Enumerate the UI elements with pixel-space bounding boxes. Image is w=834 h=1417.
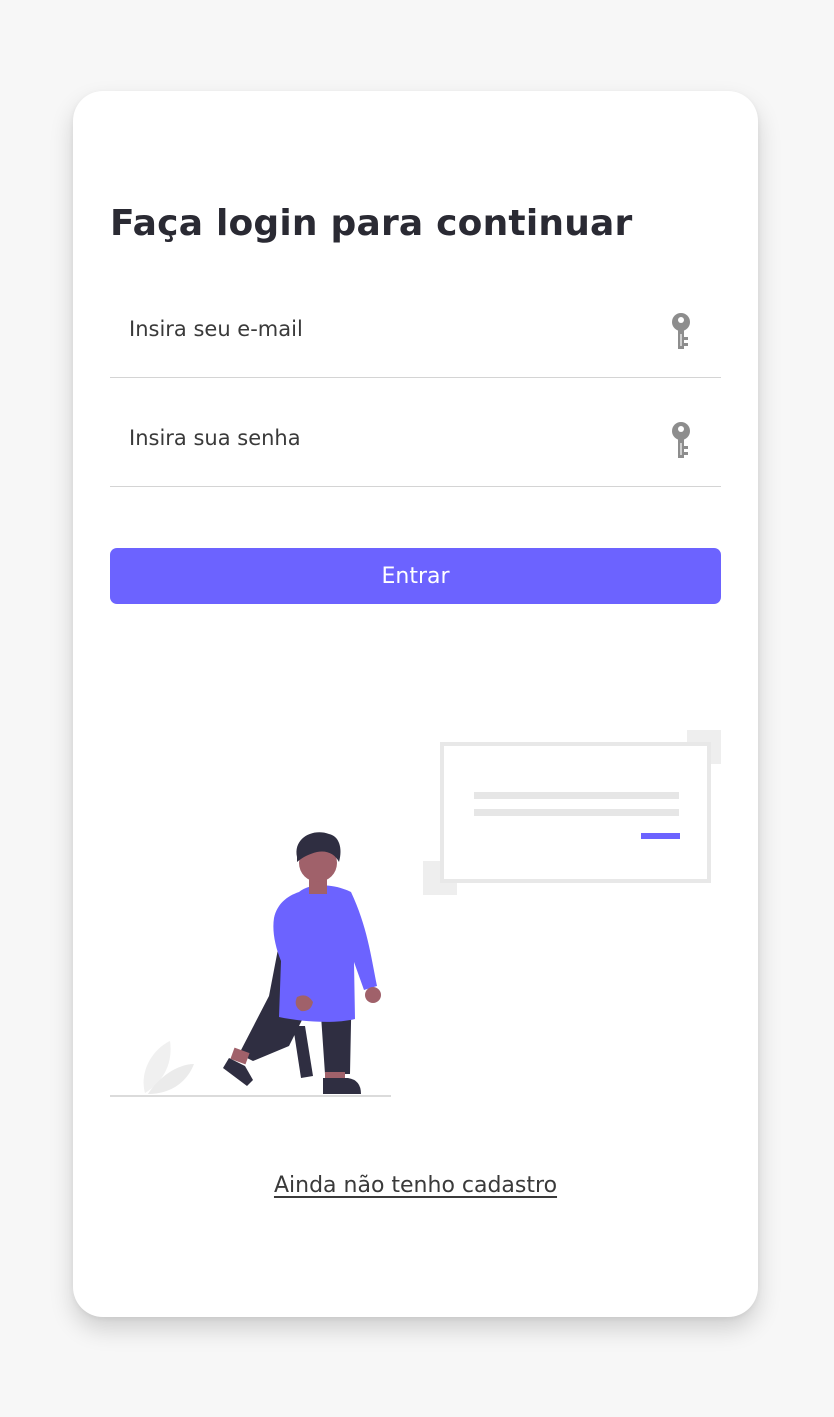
key-icon	[672, 313, 690, 349]
window-line-2	[474, 809, 679, 816]
email-field	[110, 295, 721, 378]
password-input[interactable]	[129, 426, 629, 450]
login-illustration	[110, 730, 721, 1097]
password-field	[110, 404, 721, 487]
signup-link[interactable]: Ainda não tenho cadastro	[73, 1173, 758, 1198]
window-line-1	[474, 792, 679, 799]
person-figure	[223, 832, 381, 1094]
window-accent-line	[641, 833, 680, 839]
key-icon	[672, 422, 690, 458]
login-button[interactable]: Entrar	[110, 548, 721, 604]
page-title: Faça login para continuar	[110, 203, 633, 244]
email-input[interactable]	[129, 317, 629, 341]
login-card: Faça login para continuar Entrar	[73, 91, 758, 1317]
